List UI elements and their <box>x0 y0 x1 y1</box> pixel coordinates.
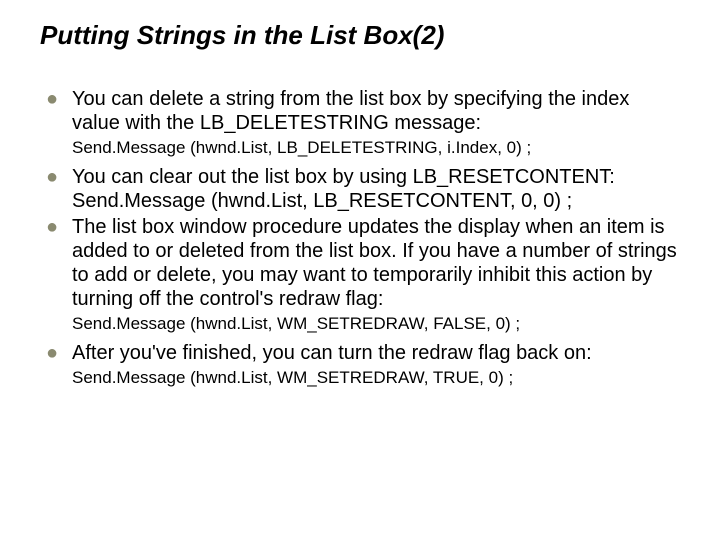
slide-title: Putting Strings in the List Box(2) <box>40 20 680 51</box>
code-line: Send.Message (hwnd.List, WM_SETREDRAW, F… <box>40 313 680 335</box>
bullet-text: After you've finished, you can turn the … <box>72 341 680 365</box>
bullet-text: The list box window procedure updates th… <box>72 215 680 311</box>
bullet-icon: ● <box>40 341 72 365</box>
bullet-icon: ● <box>40 165 72 213</box>
code-line: Send.Message (hwnd.List, WM_SETREDRAW, T… <box>40 367 680 389</box>
bullet-text: You can delete a string from the list bo… <box>72 87 680 135</box>
list-item: ● You can clear out the list box by usin… <box>40 165 680 213</box>
list-item: ● The list box window procedure updates … <box>40 215 680 311</box>
bullet-text: You can clear out the list box by using … <box>72 165 680 213</box>
slide-body: ● You can delete a string from the list … <box>40 87 680 389</box>
bullet-icon: ● <box>40 215 72 311</box>
bullet-icon: ● <box>40 87 72 135</box>
list-item: ● You can delete a string from the list … <box>40 87 680 135</box>
list-item: ● After you've finished, you can turn th… <box>40 341 680 365</box>
code-line: Send.Message (hwnd.List, LB_DELETESTRING… <box>40 137 680 159</box>
